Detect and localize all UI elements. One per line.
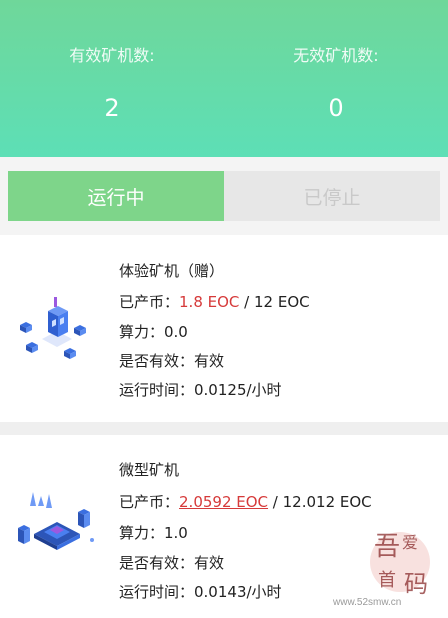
total-value: / 12.012 EOC — [268, 493, 372, 511]
total-value: / 12 EOC — [239, 293, 310, 311]
miner-valid: 是否有效：有效 — [119, 554, 225, 572]
produced-label: 已产币： — [119, 293, 180, 311]
valid-miners-count: 2 — [104, 94, 120, 122]
invalid-miners-count: 0 — [328, 94, 344, 122]
miner-card[interactable]: 体验矿机（赠） 已产币：1.8 EOC / 12 EOC 算力：0.0 是否有效… — [0, 235, 448, 422]
miner-power: 算力：1.0 — [119, 524, 188, 542]
summary-header: 有效矿机数: 2 无效矿机数: 0 — [0, 0, 448, 157]
produced-value: 1.8 EOC — [179, 293, 240, 311]
svg-text:码: 码 — [404, 570, 428, 598]
produced-value: 2.0592 EOC — [179, 493, 269, 511]
watermark-logo-icon: 吾 爱 首 码 — [370, 532, 430, 598]
produced-label: 已产币： — [119, 493, 180, 511]
tab-stopped[interactable]: 已停止 — [224, 171, 440, 221]
miner-produced-line: 已产币：2.0592 EOC / 12.012 EOC — [119, 491, 372, 512]
svg-text:爱: 爱 — [402, 533, 418, 552]
miner-power: 算力：0.0 — [119, 323, 188, 341]
svg-text:吾: 吾 — [374, 532, 400, 562]
invalid-miners-label: 无效矿机数: — [293, 46, 379, 65]
invalid-miners-stat: 无效矿机数: 0 — [224, 0, 448, 157]
server-cube-icon — [20, 297, 86, 359]
miner-name: 体验矿机（赠） — [119, 262, 225, 280]
miner-runtime: 运行时间：0.0143/小时 — [119, 583, 282, 601]
svg-text:首: 首 — [378, 570, 396, 591]
valid-miners-stat: 有效矿机数: 2 — [0, 0, 224, 157]
watermark-url: www.52smw.cn — [333, 597, 402, 608]
valid-miners-label: 有效矿机数: — [69, 46, 155, 65]
miner-name: 微型矿机 — [119, 461, 180, 479]
status-tabs: 运行中 已停止 — [0, 157, 448, 235]
miner-valid: 是否有效：有效 — [119, 352, 225, 370]
tab-running[interactable]: 运行中 — [8, 171, 224, 221]
miner-runtime: 运行时间：0.0125/小时 — [119, 381, 282, 399]
miner-produced-line: 已产币：1.8 EOC / 12 EOC — [119, 291, 310, 312]
chip-platform-icon — [18, 492, 94, 550]
